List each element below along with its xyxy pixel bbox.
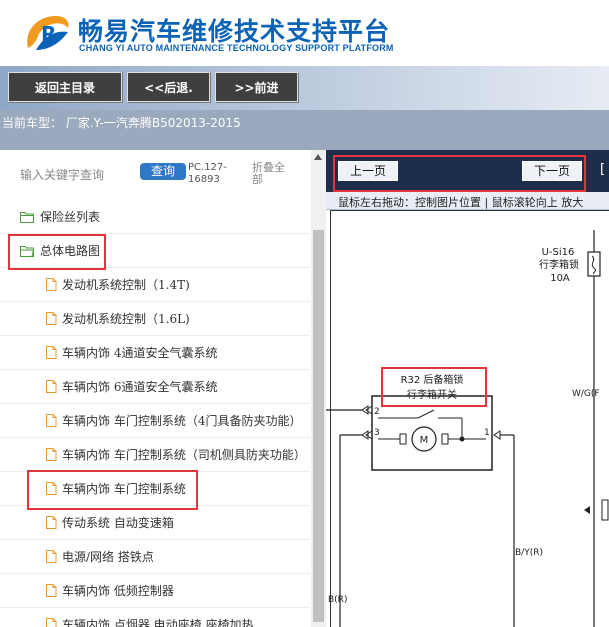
motor-symbol: M bbox=[420, 435, 429, 446]
viewer-toolbar: 上一页 下一页 [ bbox=[326, 150, 609, 192]
file-icon bbox=[46, 380, 57, 393]
tree-item-label: 车辆内饰 车门控制系统（司机侧具防夹功能） bbox=[62, 448, 306, 462]
tree-item-fuse-list[interactable]: 保险丝列表 bbox=[0, 200, 310, 234]
tree-item-label: 发动机系统控制（1.6L) bbox=[62, 312, 190, 326]
tree-item-label: 车辆内饰 6通道安全气囊系统 bbox=[62, 380, 218, 394]
tree-item-label: 车辆内饰 车门控制系统（4门具备防夹功能） bbox=[62, 414, 302, 428]
hint-text: 鼠标左右拖动：控制图片位置 | 鼠标滚轮向上 放大 bbox=[338, 196, 584, 209]
tree-item-label: 传动系统 自动变速箱 bbox=[62, 516, 174, 530]
current-vehicle-text: 当前车型： 厂家.Y-一汽奔腾B502013-2015 bbox=[2, 116, 241, 130]
tree-item-file[interactable]: 车辆内饰 车门控制系统（司机侧具防夹功能） bbox=[0, 438, 310, 472]
tree-item-file[interactable]: 车辆内饰 低频控制器 bbox=[0, 574, 310, 608]
search-input[interactable]: 输入关键字查询 bbox=[20, 166, 104, 183]
file-icon bbox=[46, 618, 57, 627]
folder-icon bbox=[20, 212, 34, 223]
pin-1: 1 bbox=[484, 428, 490, 438]
tree-item-file[interactable]: 车辆内饰 点烟器 电动座椅 座椅加热 bbox=[0, 608, 310, 627]
tree-item-label: 车辆内饰 4通道安全气囊系统 bbox=[62, 346, 218, 360]
wire-label-br: B(R) bbox=[328, 595, 347, 605]
tree-item-file[interactable]: 车辆内饰 车门控制系统（4门具备防夹功能） bbox=[0, 404, 310, 438]
forward-button[interactable]: >>前进 bbox=[215, 72, 298, 102]
file-icon bbox=[46, 516, 57, 529]
component-name: 行李箱开关 bbox=[407, 388, 457, 401]
component-code: R32 后备箱锁 bbox=[401, 373, 464, 386]
app-header: R 畅易汽车维修技术支持平台 CHANG YI AUTO MAINTENANCE… bbox=[0, 0, 609, 66]
wire-label-byr: B/Y(R) bbox=[515, 548, 543, 558]
fuse-name: 行李箱锁 bbox=[539, 258, 579, 271]
pin-3: 3 bbox=[374, 428, 380, 438]
pin-2: 2 bbox=[374, 407, 380, 417]
wiring-diagram[interactable]: U-Si16 行李箱锁 10A W/G(F R32 后备箱锁 行李箱开关 M 2… bbox=[326, 210, 609, 627]
tree-scrollbar[interactable] bbox=[311, 150, 326, 627]
tree-item-label: 电源/网络 搭铁点 bbox=[62, 550, 154, 564]
file-icon bbox=[46, 448, 57, 461]
file-icon bbox=[46, 312, 57, 325]
pc-code: PC.127-16893 bbox=[188, 162, 227, 185]
pager-extra: [ bbox=[600, 162, 606, 177]
tree-item-file[interactable]: 车辆内饰 6通道安全气囊系统 bbox=[0, 370, 310, 404]
current-vehicle-bar: 当前车型： 厂家.Y-一汽奔腾B502013-2015 bbox=[0, 110, 609, 150]
back-button[interactable]: <<后退. bbox=[127, 72, 210, 102]
tree-item-file[interactable]: 车辆内饰 车门控制系统 bbox=[0, 472, 310, 506]
scroll-thumb[interactable] bbox=[313, 230, 324, 622]
fuse-code: U-Si16 bbox=[542, 247, 575, 258]
diagram-viewer: 上一页 下一页 [ 鼠标左右拖动：控制图片位置 | 鼠标滚轮向上 放大 U-Si… bbox=[326, 150, 609, 627]
wire-label-wgf: W/G(F bbox=[572, 389, 600, 399]
file-icon bbox=[46, 584, 57, 597]
tree-item-label: 车辆内饰 低频控制器 bbox=[62, 584, 174, 598]
tree-item-file[interactable]: 发动机系统控制（1.6L) bbox=[0, 302, 310, 336]
tree-item-label: 保险丝列表 bbox=[40, 210, 101, 224]
fuse-rating: 10A bbox=[550, 273, 570, 284]
tree-item-file[interactable]: 发动机系统控制（1.4T) bbox=[0, 268, 310, 302]
tree-panel: 输入关键字查询 查询 PC.127-16893 折叠全部 保险丝列表 总体电路图… bbox=[0, 150, 326, 627]
tree-item-label: 车辆内饰 点烟器 电动座椅 座椅加热 bbox=[62, 618, 254, 627]
tree-item-label: 发动机系统控制（1.4T) bbox=[62, 278, 190, 292]
nav-bar: 返回主目录 <<后退. >>前进 bbox=[0, 66, 609, 110]
tree-item-label: 车辆内饰 车门控制系统 bbox=[62, 482, 186, 496]
tree-item-file[interactable]: 车辆内饰 4通道安全气囊系统 bbox=[0, 336, 310, 370]
brand-subtitle: CHANG YI AUTO MAINTENANCE TECHNOLOGY SUP… bbox=[79, 43, 394, 53]
tree-item-wiring-diagram[interactable]: 总体电路图 bbox=[0, 234, 310, 268]
home-button[interactable]: 返回主目录 bbox=[8, 72, 122, 102]
file-icon bbox=[46, 482, 57, 495]
search-button[interactable]: 查询 bbox=[140, 163, 186, 180]
file-icon bbox=[46, 550, 57, 563]
svg-text:R: R bbox=[41, 22, 56, 46]
tree-item-file[interactable]: 传动系统 自动变速箱 bbox=[0, 506, 310, 540]
logo-icon: R bbox=[27, 16, 69, 50]
file-icon bbox=[46, 346, 57, 359]
file-icon bbox=[46, 414, 57, 427]
folder-icon bbox=[20, 246, 34, 257]
collapse-all-button[interactable]: 折叠全部 bbox=[252, 162, 292, 186]
next-page-button[interactable]: 下一页 bbox=[522, 161, 582, 181]
prev-page-button[interactable]: 上一页 bbox=[338, 161, 398, 181]
tree-item-label: 总体电路图 bbox=[40, 244, 101, 258]
hint-bar: 鼠标左右拖动：控制图片位置 | 鼠标滚轮向上 放大 bbox=[326, 192, 609, 210]
scroll-up-icon[interactable] bbox=[314, 154, 322, 160]
file-icon bbox=[46, 278, 57, 291]
tree-item-file[interactable]: 电源/网络 搭铁点 bbox=[0, 540, 310, 574]
